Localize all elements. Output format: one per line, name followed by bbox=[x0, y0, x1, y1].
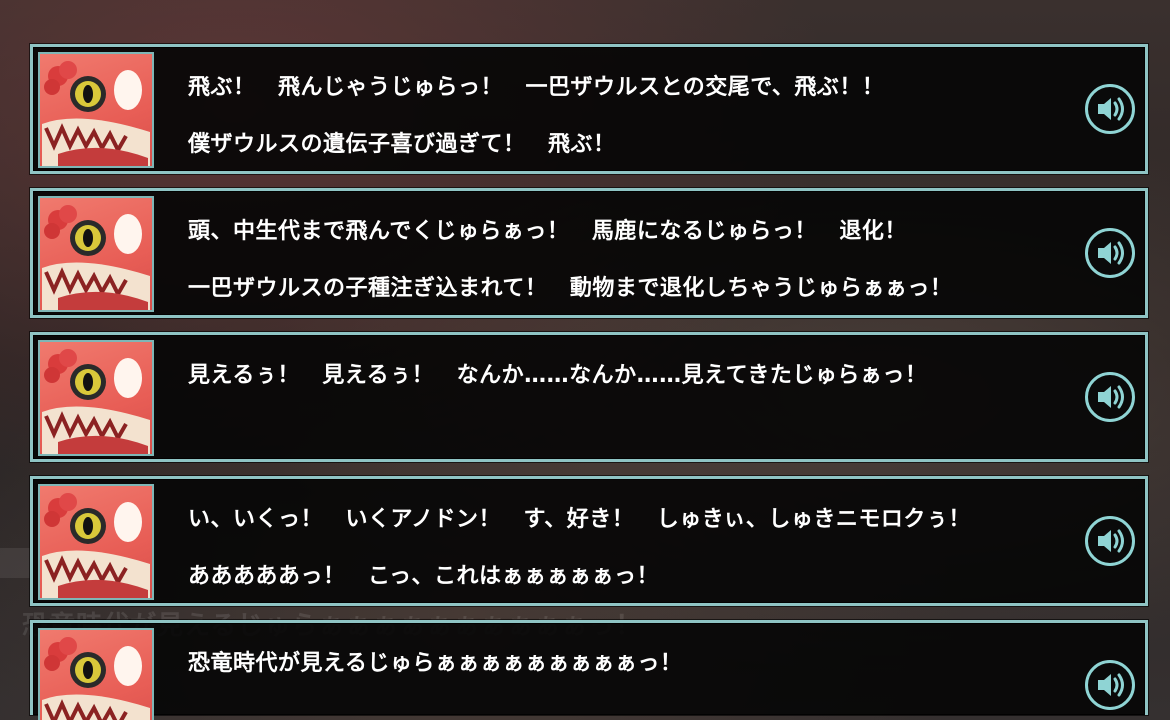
dialogue-line: 僕ザウルスの遺伝子喜び過ぎて！ 飛ぶ！ bbox=[188, 132, 616, 157]
dialogue-lines: 見えるぅ！ 見えるぅ！ なんか……なんか……見えてきたじゅらぁっ！ bbox=[188, 361, 1068, 475]
voice-replay-button[interactable] bbox=[1085, 372, 1135, 422]
dialogue-line: い、いくっ！ いくアノドン！ す、好き！ しゅきぃ、しゅきニモロクぅ！ bbox=[188, 507, 971, 532]
dialogue-lines: 頭、中生代まで飛んでくじゅらぁっ！ 馬鹿になるじゅらっ！ 退化！ 一巴ザウルスの… bbox=[188, 217, 1068, 331]
dialogue-line: あああああっ！ こっ、これはぁぁぁぁぁっ！ bbox=[188, 564, 659, 589]
speaker-icon bbox=[1098, 529, 1124, 553]
character-portrait bbox=[38, 628, 154, 720]
dialogue-line: 見えるぅ！ 見えるぅ！ なんか……なんか……見えてきたじゅらぁっ！ bbox=[188, 363, 928, 388]
speaker-icon bbox=[1098, 673, 1124, 697]
backlog-screen: 恐竜時代が見えるじゅらぁぁぁぁぁぁぁぁぁぁっ！ 飛ぶ！ 飛んじゃうじゅらっ！ 一… bbox=[0, 0, 1170, 720]
character-portrait bbox=[38, 196, 154, 312]
log-entry: 見えるぅ！ 見えるぅ！ なんか……なんか……見えてきたじゅらぁっ！ bbox=[30, 332, 1148, 462]
voice-replay-button[interactable] bbox=[1085, 516, 1135, 566]
voice-replay-button[interactable] bbox=[1085, 660, 1135, 710]
dialogue-line: 恐竜時代が見えるじゅらぁぁぁぁぁぁぁぁぁっ！ bbox=[188, 651, 683, 676]
dialogue-lines: 恐竜時代が見えるじゅらぁぁぁぁぁぁぁぁぁっ！ bbox=[188, 649, 1068, 706]
voice-replay-button[interactable] bbox=[1085, 84, 1135, 134]
dialogue-line: 飛ぶ！ 飛んじゃうじゅらっ！ 一巴ザウルスとの交尾で、飛ぶ！！ bbox=[188, 75, 885, 100]
speaker-icon bbox=[1098, 385, 1124, 409]
speaker-icon bbox=[1098, 97, 1124, 121]
log-entry: い、いくっ！ いくアノドン！ す、好き！ しゅきぃ、しゅきニモロクぅ！ ああああ… bbox=[30, 476, 1148, 606]
backlog-list: 飛ぶ！ 飛んじゃうじゅらっ！ 一巴ザウルスとの交尾で、飛ぶ！！ 僕ザウルスの遺伝… bbox=[30, 44, 1148, 720]
background-side-tab bbox=[0, 548, 30, 578]
dialogue-line: 頭、中生代まで飛んでくじゅらぁっ！ 馬鹿になるじゅらっ！ 退化！ bbox=[188, 219, 907, 244]
dialogue-lines: 飛ぶ！ 飛んじゃうじゅらっ！ 一巴ザウルスとの交尾で、飛ぶ！！ 僕ザウルスの遺伝… bbox=[188, 73, 1068, 187]
dialogue-line bbox=[188, 418, 1068, 448]
log-entry: 飛ぶ！ 飛んじゃうじゅらっ！ 一巴ザウルスとの交尾で、飛ぶ！！ 僕ザウルスの遺伝… bbox=[30, 44, 1148, 174]
character-portrait bbox=[38, 340, 154, 456]
dialogue-line: 一巴ザウルスの子種注ぎ込まれて！ 動物まで退化しちゃうじゅらぁぁっ！ bbox=[188, 276, 953, 301]
log-entry: 恐竜時代が見えるじゅらぁぁぁぁぁぁぁぁぁっ！ bbox=[30, 620, 1148, 720]
character-portrait bbox=[38, 52, 154, 168]
character-portrait bbox=[38, 484, 154, 600]
speaker-icon bbox=[1098, 241, 1124, 265]
voice-replay-button[interactable] bbox=[1085, 228, 1135, 278]
dialogue-lines: い、いくっ！ いくアノドン！ す、好き！ しゅきぃ、しゅきニモロクぅ！ ああああ… bbox=[188, 505, 1068, 619]
log-entry: 頭、中生代まで飛んでくじゅらぁっ！ 馬鹿になるじゅらっ！ 退化！ 一巴ザウルスの… bbox=[30, 188, 1148, 318]
